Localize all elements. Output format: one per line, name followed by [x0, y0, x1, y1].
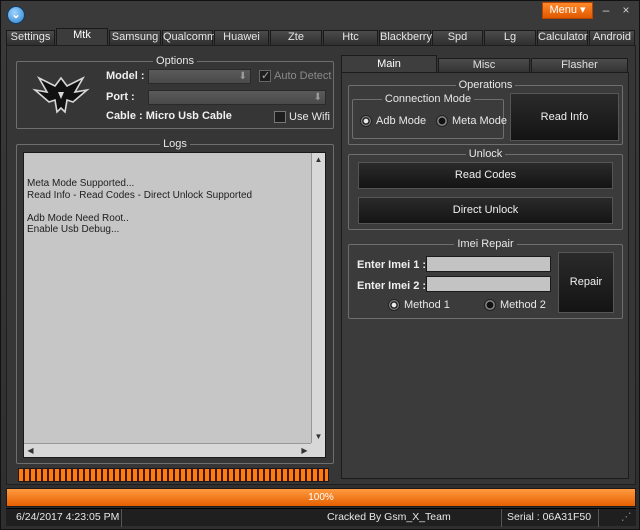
scroll-corner [311, 443, 325, 457]
close-icon[interactable]: × [619, 3, 633, 17]
status-credit: Cracked By Gsm_X_Team [327, 511, 451, 523]
connection-mode-title: Connection Mode [381, 93, 475, 105]
scroll-up-icon[interactable]: ▲ [312, 153, 325, 166]
app-logo-icon: ⌄ [7, 6, 25, 24]
dropdown-arrow-icon: ⬇ [313, 92, 322, 103]
tab-flasher[interactable]: Flasher [531, 58, 628, 72]
adb-mode-label: Adb Mode [376, 115, 427, 127]
method2-radio[interactable] [484, 299, 496, 311]
tab-settings[interactable]: Settings [6, 30, 55, 45]
progress-text: 100% [308, 492, 334, 503]
use-wifi-checkbox[interactable] [274, 111, 286, 123]
meta-mode-label: Meta Mode [452, 115, 508, 127]
logs-horizontal-scrollbar[interactable]: ◀ ▶ [24, 443, 311, 457]
scroll-left-icon[interactable]: ◀ [24, 444, 37, 457]
method1-label: Method 1 [404, 299, 450, 311]
status-divider [501, 509, 502, 527]
scroll-right-icon[interactable]: ▶ [298, 444, 311, 457]
unlock-title: Unlock [465, 148, 506, 160]
use-wifi-label: Use Wifi [289, 111, 330, 123]
tab-samsung[interactable]: Samsung [109, 30, 161, 45]
brand-tabs: Settings Mtk Samsung Qualcomm Huawei Zte… [6, 28, 635, 45]
scroll-down-icon[interactable]: ▼ [312, 430, 325, 443]
status-divider [121, 509, 122, 527]
model-select[interactable]: ⬇ [148, 69, 251, 84]
status-bar: 6/24/2017 4:23:05 PM Cracked By Gsm_X_Te… [6, 508, 636, 527]
status-divider [598, 509, 599, 527]
status-datetime: 6/24/2017 4:23:05 PM [16, 511, 120, 523]
auto-detect-label: Auto Detect [274, 70, 332, 82]
read-codes-button[interactable]: Read Codes [358, 162, 613, 189]
cable-label: Cable : Micro Usb Cable [106, 110, 232, 122]
repair-button[interactable]: Repair [558, 252, 614, 313]
tab-main[interactable]: Main [341, 55, 437, 72]
progress-bar: 100% [6, 488, 636, 507]
method1-radio[interactable] [388, 299, 400, 311]
tab-huawei[interactable]: Huawei [214, 30, 269, 45]
tab-mtk[interactable]: Mtk [56, 28, 108, 45]
direct-unlock-button[interactable]: Direct Unlock [358, 197, 613, 224]
imei1-input[interactable] [426, 256, 551, 272]
port-select[interactable]: ⬇ [148, 90, 326, 105]
imei2-input[interactable] [426, 276, 551, 292]
tab-zte[interactable]: Zte [270, 30, 322, 45]
imei-repair-title: Imei Repair [454, 238, 517, 250]
read-info-button[interactable]: Read Info [510, 93, 619, 141]
resize-grip-icon[interactable]: ⋰ [621, 511, 632, 523]
logs-text: Meta Mode Supported... Read Info - Read … [27, 178, 253, 235]
tab-android[interactable]: Android [589, 30, 635, 45]
activity-stripe-bar [18, 468, 329, 482]
menu-button[interactable]: Menu ▾ [542, 2, 593, 19]
tab-lg[interactable]: Lg [484, 30, 536, 45]
adb-mode-radio[interactable] [360, 115, 372, 127]
tab-blackberry[interactable]: Blackberry [379, 30, 432, 45]
minimize-icon[interactable]: – [599, 3, 613, 17]
imei2-label: Enter Imei 2 : [357, 280, 427, 292]
options-title: Options [153, 55, 197, 67]
imei1-label: Enter Imei 1 : [357, 259, 427, 271]
eagle-logo-icon [32, 76, 90, 114]
tab-calculator[interactable]: Calculator [537, 30, 588, 45]
model-label: Model : [106, 70, 145, 82]
tab-misc[interactable]: Misc [438, 58, 530, 72]
auto-detect-checkbox[interactable] [259, 69, 271, 82]
tab-spd[interactable]: Spd [432, 30, 483, 45]
operations-title: Operations [455, 79, 516, 91]
app-window: ⌄ Menu ▾ – × Settings Mtk Samsung Qualco… [0, 0, 640, 530]
logs-title: Logs [160, 138, 190, 150]
title-bar: ⌄ Menu ▾ – × [1, 1, 639, 27]
meta-mode-radio[interactable] [436, 115, 448, 127]
port-label: Port : [106, 91, 135, 103]
tab-qualcomm[interactable]: Qualcomm [162, 30, 216, 45]
logs-vertical-scrollbar[interactable]: ▲ ▼ [311, 153, 325, 443]
dropdown-arrow-icon: ⬇ [238, 71, 247, 82]
method2-label: Method 2 [500, 299, 546, 311]
logs-textarea[interactable]: Meta Mode Supported... Read Info - Read … [23, 152, 326, 458]
status-serial: Serial : 06A31F50 [507, 511, 592, 523]
tab-htc[interactable]: Htc [323, 30, 378, 45]
